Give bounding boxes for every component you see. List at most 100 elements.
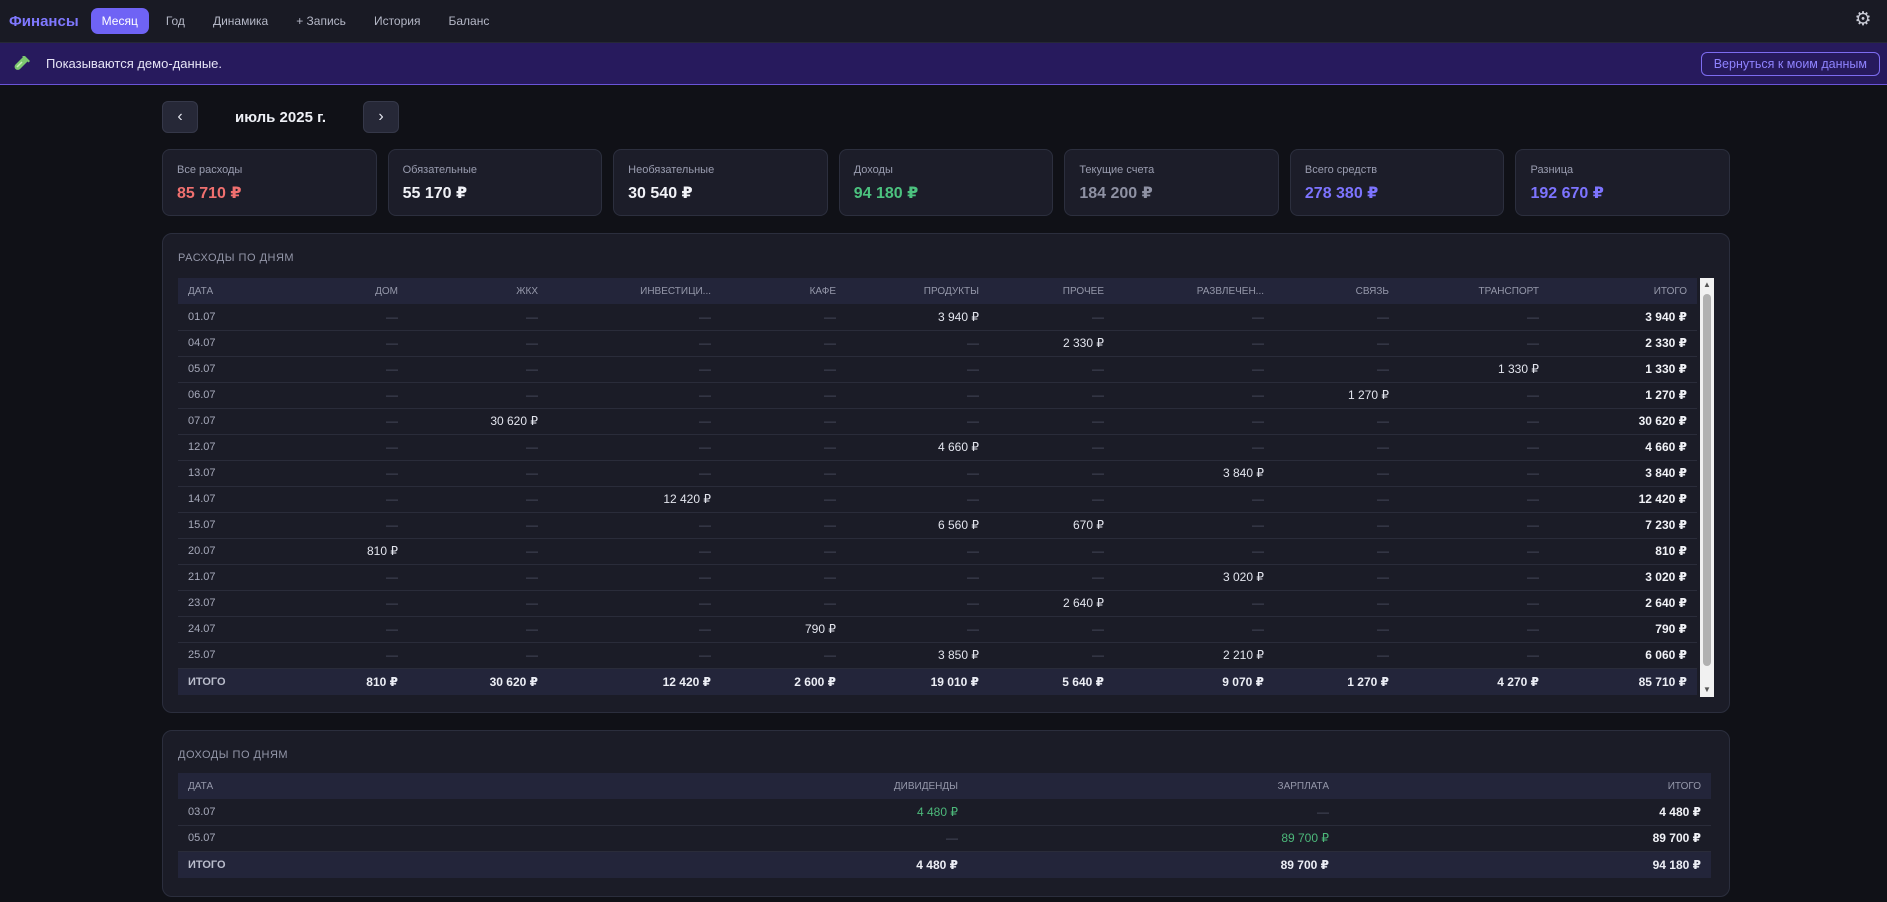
value-cell: 7 230 ₽ bbox=[1549, 512, 1697, 539]
scroll-down-arrow-icon[interactable]: ▼ bbox=[1700, 683, 1714, 697]
column-header[interactable]: ПРОДУКТЫ bbox=[846, 278, 989, 304]
date-cell: 25.07 bbox=[178, 642, 278, 669]
table-row: 07.07—30 620 ₽ — — — — — — —30 620 ₽ bbox=[178, 408, 1697, 435]
table-row: 06.07— — — — — — —1 270 ₽ —1 270 ₽ bbox=[178, 382, 1697, 409]
value-cell: 2 210 ₽ bbox=[1114, 642, 1274, 669]
value-cell: — bbox=[548, 356, 721, 383]
gear-icon[interactable]: ⚙ bbox=[1853, 10, 1873, 30]
value-cell: — bbox=[721, 590, 846, 617]
expenses-table: ДАТА ДОМ ЖКХ ИНВЕСТИЦИ... КАФЕ ПРОДУКТЫ ПРОЧЕЕ… bbox=[178, 278, 1697, 695]
footer-total-cell: 810 ₽ bbox=[278, 668, 408, 695]
value-cell: — bbox=[989, 564, 1114, 591]
column-header[interactable]: ИНВЕСТИЦИ... bbox=[548, 278, 721, 304]
nav-tab-4[interactable]: История bbox=[363, 8, 432, 34]
summary-card-label: Обязательные bbox=[402, 164, 477, 176]
column-header[interactable]: ТРАНСПОРТ bbox=[1399, 278, 1549, 304]
table-row: 05.07—89 700 ₽89 700 ₽ bbox=[178, 825, 1711, 852]
value-cell: — bbox=[846, 590, 989, 617]
column-header[interactable]: ДИВИДЕНДЫ bbox=[578, 773, 968, 799]
value-cell: — bbox=[989, 304, 1114, 331]
table-row: 15.07— — — —6 560 ₽670 ₽ — — —7 230 ₽ bbox=[178, 512, 1697, 539]
nav-tab-1[interactable]: Год bbox=[155, 8, 196, 34]
value-cell: 12 420 ₽ bbox=[1549, 486, 1697, 513]
column-header[interactable]: ИТОГО bbox=[1549, 278, 1697, 304]
column-header[interactable]: ИТОГО bbox=[1339, 773, 1711, 799]
table-footer-row: ИТОГО 4 480 ₽89 700 ₽94 180 ₽ bbox=[178, 851, 1711, 878]
value-cell: — bbox=[278, 408, 408, 435]
footer-total-cell: 94 180 ₽ bbox=[1339, 851, 1711, 878]
value-cell: 3 840 ₽ bbox=[1549, 460, 1697, 487]
value-cell: 4 660 ₽ bbox=[1549, 434, 1697, 461]
value-cell: 4 480 ₽ bbox=[1339, 799, 1711, 826]
expenses-panel: РАСХОДЫ ПО ДНЯМ ДАТА ДОМ ЖКХ ИНВЕСТИЦИ... КА… bbox=[162, 233, 1730, 713]
column-header[interactable]: СВЯЗЬ bbox=[1274, 278, 1399, 304]
column-header[interactable]: ПРОЧЕЕ bbox=[989, 278, 1114, 304]
value-cell: — bbox=[408, 356, 548, 383]
column-header[interactable]: ДАТА bbox=[178, 278, 278, 304]
column-header[interactable]: ЖКХ bbox=[408, 278, 548, 304]
column-header[interactable]: КАФЕ bbox=[721, 278, 846, 304]
column-header[interactable]: ЗАРПЛАТА bbox=[968, 773, 1339, 799]
value-cell: — bbox=[278, 356, 408, 383]
summary-card-label: Необязательные bbox=[628, 164, 715, 176]
table-row: 13.07— — — — — —3 840 ₽ — —3 840 ₽ bbox=[178, 460, 1697, 487]
income-panel-title: ДОХОДЫ ПО ДНЯМ bbox=[178, 749, 289, 761]
value-cell: — bbox=[1274, 460, 1399, 487]
value-cell: — bbox=[989, 460, 1114, 487]
summary-card: Необязательные 30 540 ₽ bbox=[613, 149, 828, 216]
value-cell: 790 ₽ bbox=[1549, 616, 1697, 643]
date-cell: 05.07 bbox=[178, 825, 578, 852]
value-cell: 1 270 ₽ bbox=[1549, 382, 1697, 409]
value-cell: — bbox=[548, 330, 721, 357]
value-cell: — bbox=[989, 382, 1114, 409]
nav-tab-3[interactable]: + Запись bbox=[285, 8, 357, 34]
table-footer-row: ИТОГО 810 ₽30 620 ₽12 420 ₽2 600 ₽19 010 … bbox=[178, 668, 1697, 695]
table-row: 05.07— — — — — — — —1 330 ₽1 330 ₽ bbox=[178, 356, 1697, 383]
date-cell: 24.07 bbox=[178, 616, 278, 643]
column-header[interactable]: РАЗВЛЕЧЕН... bbox=[1114, 278, 1274, 304]
demo-banner-text: Показываются демо-данные. bbox=[46, 56, 223, 71]
value-cell: — bbox=[989, 616, 1114, 643]
value-cell: — bbox=[408, 564, 548, 591]
expenses-panel-title: РАСХОДЫ ПО ДНЯМ bbox=[178, 252, 295, 264]
value-cell: — bbox=[846, 538, 989, 565]
expenses-scrollbar[interactable]: ▲ ▼ bbox=[1700, 278, 1714, 697]
table-row: 03.07 4 480 ₽ —4 480 ₽ bbox=[178, 799, 1711, 826]
column-header[interactable]: ДАТА bbox=[178, 773, 578, 799]
value-cell: — bbox=[408, 434, 548, 461]
value-cell: 790 ₽ bbox=[721, 616, 846, 643]
value-cell: — bbox=[408, 538, 548, 565]
value-cell: — bbox=[1274, 616, 1399, 643]
value-cell: — bbox=[721, 642, 846, 669]
value-cell: 6 560 ₽ bbox=[846, 512, 989, 539]
nav-tab-0[interactable]: Месяц bbox=[90, 8, 149, 34]
value-cell: — bbox=[548, 434, 721, 461]
value-cell: — bbox=[1114, 408, 1274, 435]
back-to-my-data-button[interactable]: Вернуться к моим данным bbox=[1700, 52, 1880, 76]
value-cell: — bbox=[1114, 590, 1274, 617]
footer-label: ИТОГО bbox=[178, 851, 578, 878]
column-header[interactable]: ДОМ bbox=[278, 278, 408, 304]
value-cell: — bbox=[548, 460, 721, 487]
date-cell: 15.07 bbox=[178, 512, 278, 539]
value-cell: — bbox=[278, 616, 408, 643]
summary-card-label: Всего средств bbox=[1304, 164, 1378, 176]
value-cell: — bbox=[548, 512, 721, 539]
app-brand[interactable]: Финансы bbox=[9, 13, 79, 30]
nav-tab-2[interactable]: Динамика bbox=[202, 8, 279, 34]
value-cell: — bbox=[989, 538, 1114, 565]
value-cell: — bbox=[548, 616, 721, 643]
value-cell: — bbox=[1399, 590, 1549, 617]
nav-tab-5[interactable]: Баланс bbox=[437, 8, 500, 34]
value-cell: — bbox=[1399, 382, 1549, 409]
value-cell: — bbox=[1274, 512, 1399, 539]
next-month-button[interactable]: › bbox=[363, 101, 399, 133]
scrollbar-thumb[interactable] bbox=[1703, 294, 1711, 666]
summary-cards: Все расходы 85 710 ₽ Обязательные 55 170 ₽ Н… bbox=[162, 149, 1731, 216]
value-cell: — bbox=[989, 356, 1114, 383]
prev-month-button[interactable]: ‹ bbox=[162, 101, 198, 133]
scroll-up-arrow-icon[interactable]: ▲ bbox=[1700, 278, 1714, 292]
value-cell: — bbox=[278, 512, 408, 539]
value-cell: — bbox=[846, 564, 989, 591]
summary-card: Доходы 94 180 ₽ bbox=[838, 149, 1054, 216]
